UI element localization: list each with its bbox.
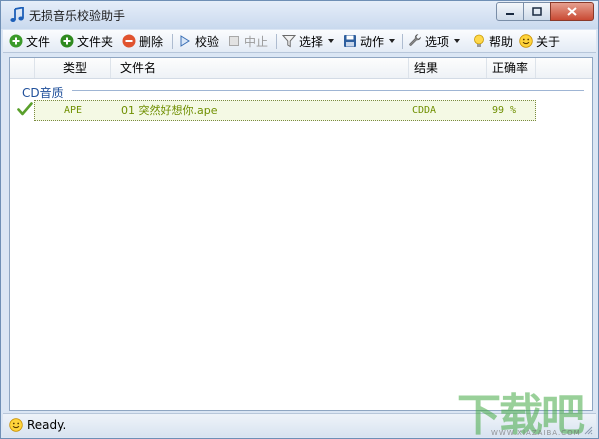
stop-button[interactable]: 中止 — [227, 33, 268, 49]
stop-label: 中止 — [244, 34, 269, 49]
table-row[interactable]: APE 01 突然好想你.ape CDDA 99 % — [34, 100, 536, 121]
delete-icon — [122, 34, 136, 48]
row-accuracy: 99 % — [492, 105, 517, 116]
help-button[interactable]: 帮助 — [472, 33, 513, 49]
toolbar: 文件 文件夹 删除 校验 中止 选择 动作 选项 帮助 关于 — [3, 30, 596, 53]
delete-label: 删除 — [139, 34, 164, 49]
chevron-down-icon — [454, 39, 461, 43]
add-folder-button[interactable]: 文件夹 — [60, 33, 113, 49]
add-green-icon — [9, 34, 23, 48]
verify-label: 校验 — [195, 34, 220, 49]
add-file-label: 文件 — [26, 34, 51, 49]
row-filename: 01 突然好想你.ape — [121, 104, 218, 117]
stop-icon — [229, 36, 239, 46]
row-result: CDDA — [412, 105, 437, 116]
group-header-cd-quality: CD音质 — [22, 86, 64, 100]
watermark-logo: 下载吧 WWW.XIAZAIBA.COM — [457, 379, 597, 438]
column-header-icon[interactable] — [10, 58, 35, 78]
action-label: 动作 — [360, 34, 385, 49]
chevron-down-icon — [389, 39, 396, 43]
minimize-button[interactable] — [496, 2, 524, 21]
verify-button[interactable]: 校验 — [178, 33, 219, 49]
close-icon — [567, 7, 577, 16]
about-label: 关于 — [536, 34, 561, 49]
watermark-url: WWW.XIAZAIBA.COM — [491, 429, 581, 437]
filter-icon — [282, 35, 296, 48]
title-bar[interactable]: 无损音乐校验助手 — [1, 1, 598, 29]
row-type: APE — [64, 105, 83, 116]
column-header-result[interactable]: 结果 — [410, 58, 487, 78]
list-header: 类型 文件名 结果 正确率 — [10, 58, 592, 79]
wrench-icon — [409, 34, 421, 46]
window-title: 无损音乐校验助手 — [29, 9, 126, 23]
add-folder-label: 文件夹 — [77, 34, 114, 49]
status-text: Ready. — [27, 418, 67, 432]
about-button[interactable]: 关于 — [519, 33, 560, 49]
maximize-icon — [532, 7, 542, 16]
maximize-button[interactable] — [523, 2, 551, 21]
smiley-icon — [519, 34, 533, 48]
group-divider — [72, 90, 584, 91]
toolbar-separator — [172, 34, 173, 49]
options-menu-button[interactable]: 选项 — [408, 33, 461, 49]
minimize-icon — [506, 12, 514, 15]
add-folder-icon — [60, 34, 74, 48]
help-label: 帮助 — [489, 34, 514, 49]
options-label: 选项 — [425, 34, 450, 49]
add-file-button[interactable]: 文件 — [9, 33, 50, 49]
save-disk-icon — [344, 35, 356, 47]
window-controls — [496, 2, 594, 21]
app-window: 无损音乐校验助手 文件 文件夹 删除 校验 中止 选择 动作 选项 帮助 关于 … — [0, 0, 599, 439]
toolbar-separator — [402, 34, 403, 49]
column-header-accuracy[interactable]: 正确率 — [488, 58, 536, 78]
smiley-icon — [9, 418, 23, 432]
lightbulb-icon — [474, 34, 484, 47]
action-menu-button[interactable]: 动作 — [343, 33, 396, 49]
toolbar-separator — [276, 34, 277, 49]
music-note-icon — [10, 7, 24, 22]
file-list[interactable]: 类型 文件名 结果 正确率 CD音质 APE 01 突然好想你.ape CDDA… — [9, 57, 593, 411]
select-label: 选择 — [299, 34, 324, 49]
checkmark-icon — [17, 102, 33, 116]
column-header-filename[interactable]: 文件名 — [112, 58, 409, 78]
play-icon — [180, 35, 190, 47]
close-button[interactable] — [550, 2, 594, 21]
select-menu-button[interactable]: 选择 — [282, 33, 335, 49]
delete-button[interactable]: 删除 — [122, 33, 163, 49]
column-header-type[interactable]: 类型 — [35, 58, 111, 78]
chevron-down-icon — [328, 39, 335, 43]
